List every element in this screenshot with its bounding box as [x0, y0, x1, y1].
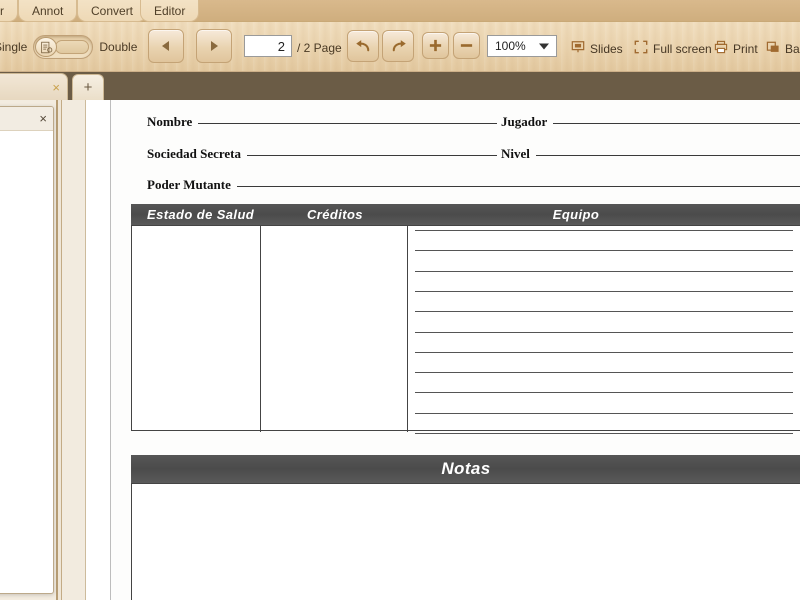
equipo-rule-line — [415, 352, 793, 353]
equipo-rule-line — [415, 332, 793, 333]
viewer-gutter — [62, 100, 86, 600]
redo-button[interactable] — [382, 30, 414, 62]
background-button[interactable]: Ba — [766, 40, 800, 57]
chevron-down-icon — [539, 39, 549, 53]
notification-popup-header: × — [0, 107, 53, 131]
page-number-input[interactable]: 2 — [244, 35, 292, 57]
background-label: Ba — [785, 42, 800, 56]
equipo-rule-line — [415, 291, 793, 292]
document-tab-strip: a ... × + — [0, 72, 800, 100]
close-icon[interactable]: × — [39, 111, 47, 126]
field-sociedad-secreta-rule — [247, 155, 497, 156]
application-window: r Annot Convert Editor Single — [0, 0, 800, 600]
field-nombre[interactable]: Nombre — [147, 114, 497, 130]
new-tab-button[interactable]: + — [72, 74, 104, 100]
triangle-right-icon — [207, 39, 221, 53]
field-jugador[interactable]: Jugador — [501, 114, 800, 130]
equipo-rule-line — [415, 372, 793, 373]
printer-icon — [714, 40, 728, 57]
grid-divider-1 — [260, 226, 261, 432]
zoom-in-button[interactable] — [422, 32, 449, 59]
equipo-rule-line — [415, 311, 793, 312]
field-nivel-label: Nivel — [501, 146, 530, 162]
slides-button[interactable]: Slides — [571, 40, 623, 57]
field-jugador-rule — [553, 123, 800, 124]
page-layout-toggle[interactable] — [33, 35, 93, 59]
notas-header-bar: Notas — [131, 455, 800, 483]
ribbon-tab-partial[interactable]: r — [0, 0, 18, 22]
zoom-level-select[interactable]: 100% — [487, 35, 557, 57]
main-toolbar: Single Double — [0, 22, 800, 72]
page-total-label: / 2 Page — [297, 41, 342, 55]
field-sociedad-secreta[interactable]: Sociedad Secreta — [147, 146, 497, 162]
notas-body[interactable] — [131, 483, 800, 600]
field-poder-mutante[interactable]: Poder Mutante — [147, 177, 800, 193]
ribbon-tab-editor[interactable]: Editor — [140, 0, 199, 22]
single-page-label: Single — [0, 40, 27, 54]
close-icon[interactable]: × — [52, 81, 60, 94]
equipo-rule-line — [415, 413, 793, 414]
field-nivel-rule — [536, 155, 800, 156]
page-layout-toggle-group: Single Double — [0, 35, 137, 59]
notification-popup: × atalog! — [0, 106, 54, 594]
equipo-rule-line — [415, 433, 793, 434]
undo-arrow-icon — [355, 38, 372, 55]
undo-button[interactable] — [347, 30, 379, 62]
redo-arrow-icon — [390, 38, 407, 55]
plus-icon — [428, 38, 443, 53]
fullscreen-arrows-icon — [634, 40, 648, 57]
document-page[interactable]: Nombre Sociedad Secreta Poder Mutante Ju… — [110, 100, 800, 600]
page-paper: Nombre Sociedad Secreta Poder Mutante Ju… — [131, 100, 800, 600]
header-equipo: Equipo — [553, 207, 599, 222]
toggle-track — [55, 40, 89, 54]
minus-icon — [459, 38, 474, 53]
next-page-button[interactable] — [196, 29, 232, 63]
triangle-left-icon — [159, 39, 173, 53]
previous-page-button[interactable] — [148, 29, 184, 63]
field-nombre-label: Nombre — [147, 114, 192, 130]
equipo-rule-line — [415, 230, 793, 231]
section-header-bar: Estado de Salud Créditos Equipo — [131, 204, 800, 225]
zoom-level-value: 100% — [495, 39, 526, 53]
equipo-rule-line — [415, 271, 793, 272]
double-page-label: Double — [99, 40, 137, 54]
field-sociedad-secreta-label: Sociedad Secreta — [147, 146, 241, 162]
field-nombre-rule — [198, 123, 497, 124]
field-poder-mutante-label: Poder Mutante — [147, 177, 231, 193]
field-jugador-label: Jugador — [501, 114, 547, 130]
equipo-lines-area — [407, 225, 800, 431]
notification-popup-message: atalog! — [0, 131, 53, 179]
document-tab[interactable]: a ... × — [0, 73, 68, 100]
background-layers-icon — [766, 40, 780, 57]
slides-label: Slides — [590, 42, 623, 56]
print-label: Print — [733, 42, 758, 56]
ribbon-tab-bar: r Annot Convert Editor — [0, 0, 800, 22]
print-button[interactable]: Print — [714, 40, 758, 57]
field-nivel[interactable]: Nivel — [501, 146, 800, 162]
field-poder-mutante-rule — [237, 186, 800, 187]
equipo-rule-line — [415, 392, 793, 393]
fullscreen-button[interactable]: Full screen — [634, 40, 712, 57]
document-page-icon — [35, 37, 57, 57]
ribbon-tab-convert[interactable]: Convert — [77, 0, 147, 22]
equipo-rule-line — [415, 250, 793, 251]
zoom-out-button[interactable] — [453, 32, 480, 59]
notas-header-label: Notas — [441, 459, 490, 479]
fullscreen-label: Full screen — [653, 42, 712, 56]
slides-icon — [571, 40, 585, 57]
header-equipo-wrap: Equipo — [131, 207, 800, 222]
ribbon-tab-annot[interactable]: Annot — [18, 0, 77, 22]
